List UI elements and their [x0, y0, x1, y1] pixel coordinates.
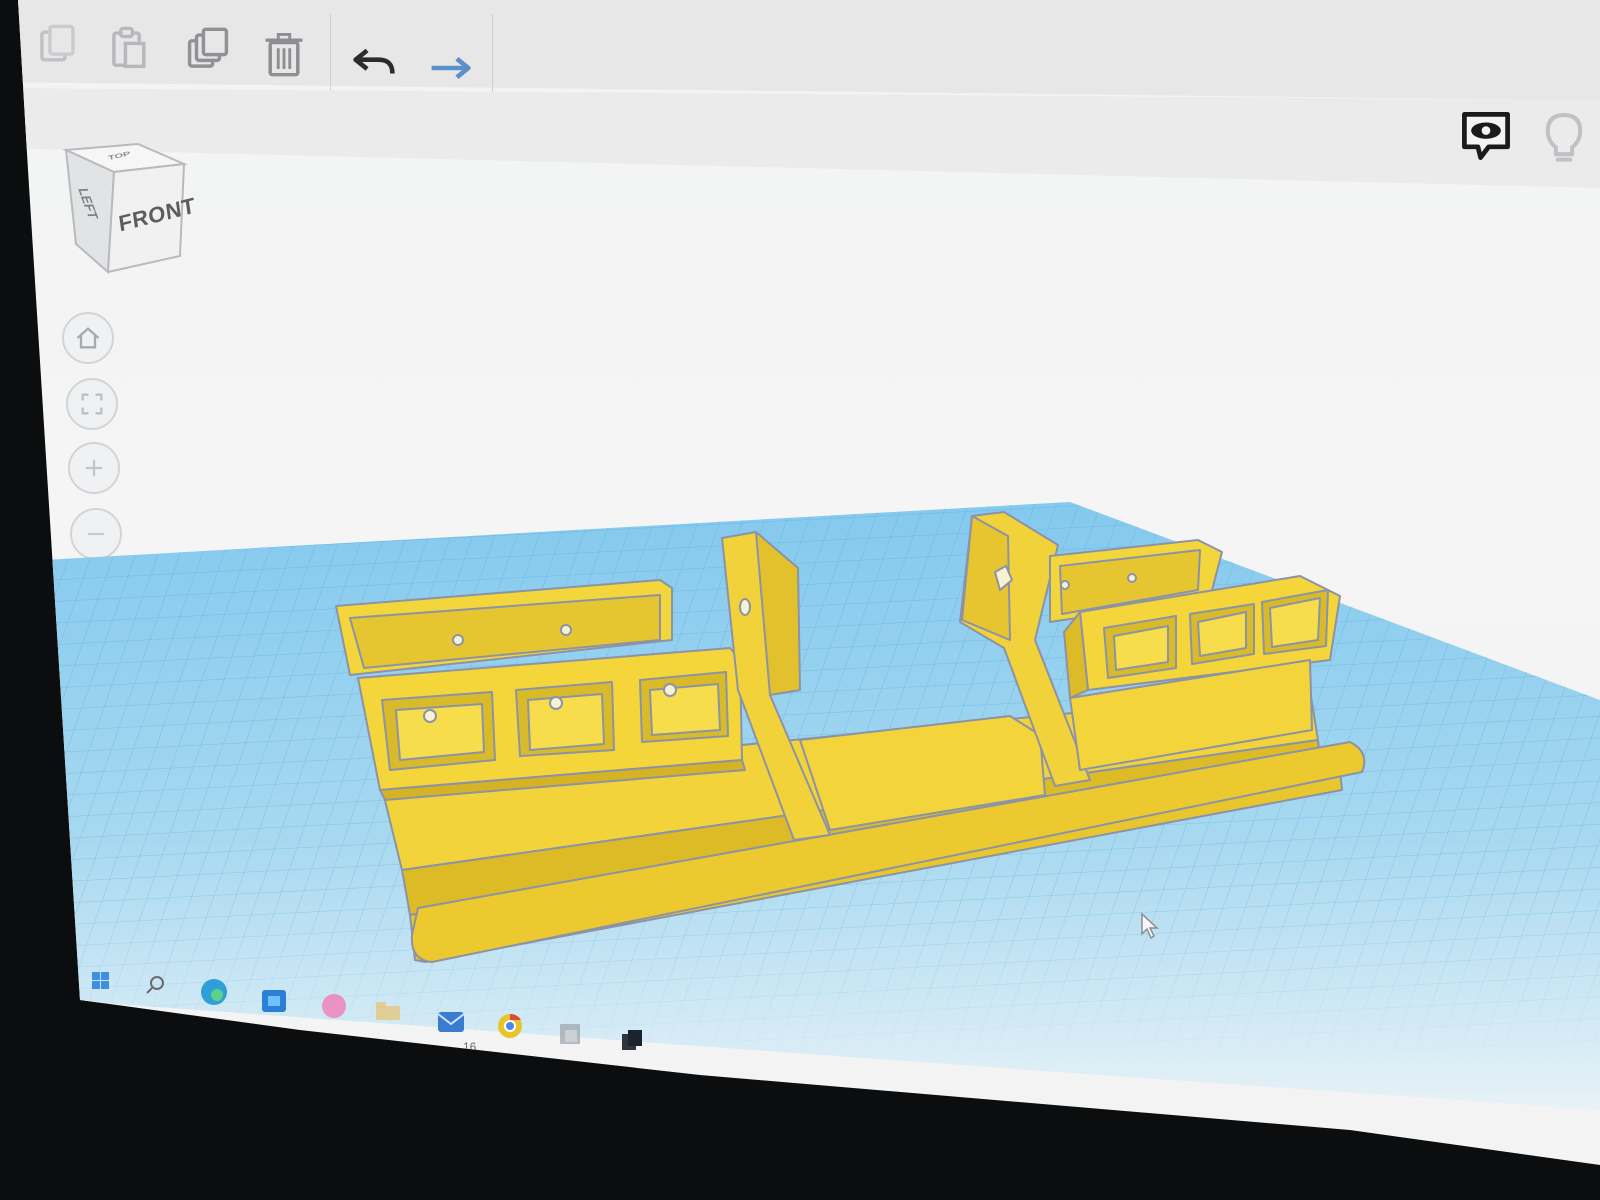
- mail-icon[interactable]: [437, 1012, 465, 1032]
- mouse-cursor-icon: [1141, 912, 1159, 940]
- chrome-icon[interactable]: [498, 1013, 522, 1038]
- app-gray-icon[interactable]: [560, 1024, 580, 1044]
- workplane-viewport[interactable]: [0, 0, 1600, 1200]
- app-pink-icon[interactable]: [322, 994, 346, 1018]
- edge-browser-icon[interactable]: [201, 979, 227, 1005]
- screen: FRONT LEFT TOP 16: [0, 0, 1600, 1200]
- mail-unread-badge: 16: [463, 1040, 477, 1054]
- store-icon[interactable]: [262, 990, 286, 1012]
